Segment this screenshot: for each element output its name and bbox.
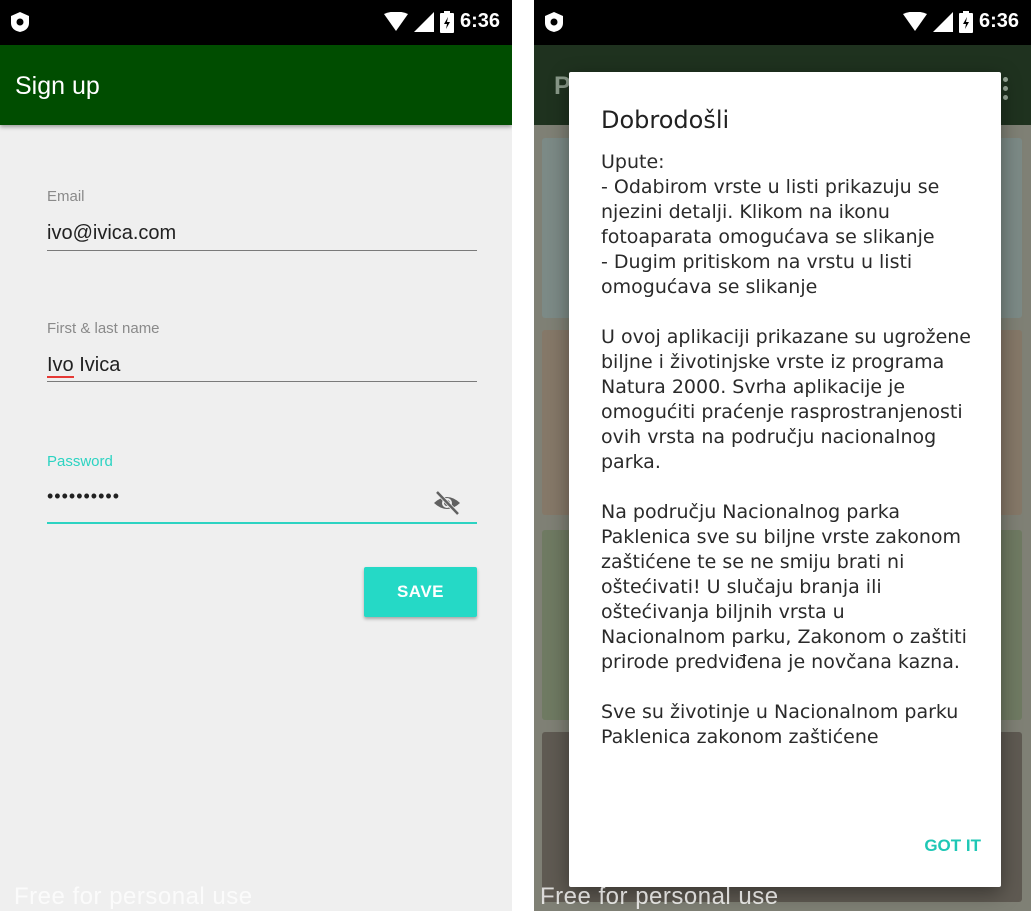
signal-icon [413,11,434,32]
watermark: Free for personal use [14,883,253,910]
welcome-screen: 6:36 P Dobrodošli Upute: - Odabirom vrst… [534,0,1031,911]
password-field[interactable]: •••••••••• [47,486,120,507]
save-button[interactable]: SAVE [364,567,477,617]
misspelled-word: Ivo [47,354,74,378]
battery-icon [958,10,973,33]
dialog-body[interactable]: Upute: - Odabirom vrste u listi prikazuj… [601,150,973,790]
watermark: Free for personal use [540,883,779,910]
status-bar: 6:36 [534,0,1031,45]
wifi-icon [902,11,927,31]
signal-icon [932,11,953,32]
got-it-button[interactable]: GOT IT [924,836,981,856]
shield-icon [11,12,29,32]
password-underline [47,522,477,524]
status-time: 6:36 [459,10,500,32]
welcome-dialog: Dobrodošli Upute: - Odabirom vrste u lis… [569,72,1001,887]
name-label: First & last name [47,320,160,337]
battery-icon [439,10,454,33]
email-label: Email [47,188,85,205]
status-time: 6:36 [978,10,1019,32]
name-field[interactable]: Ivo Ivica [47,354,121,378]
page-title: Sign up [15,72,100,100]
email-underline [47,250,477,251]
wifi-icon [383,11,408,31]
password-label: Password [47,453,113,470]
status-bar: 6:36 [0,0,512,45]
shield-icon [545,12,563,32]
visibility-off-icon[interactable] [432,488,462,518]
dialog-title: Dobrodošli [601,106,730,134]
name-underline [47,381,477,382]
overflow-menu-icon[interactable] [1003,77,1009,104]
app-bar: Sign up [0,45,512,125]
signup-screen: 6:36 Sign up Email ivo@ivica.com First &… [0,0,512,911]
name-value-rest: Ivica [73,354,121,376]
email-field[interactable]: ivo@ivica.com [47,222,176,245]
